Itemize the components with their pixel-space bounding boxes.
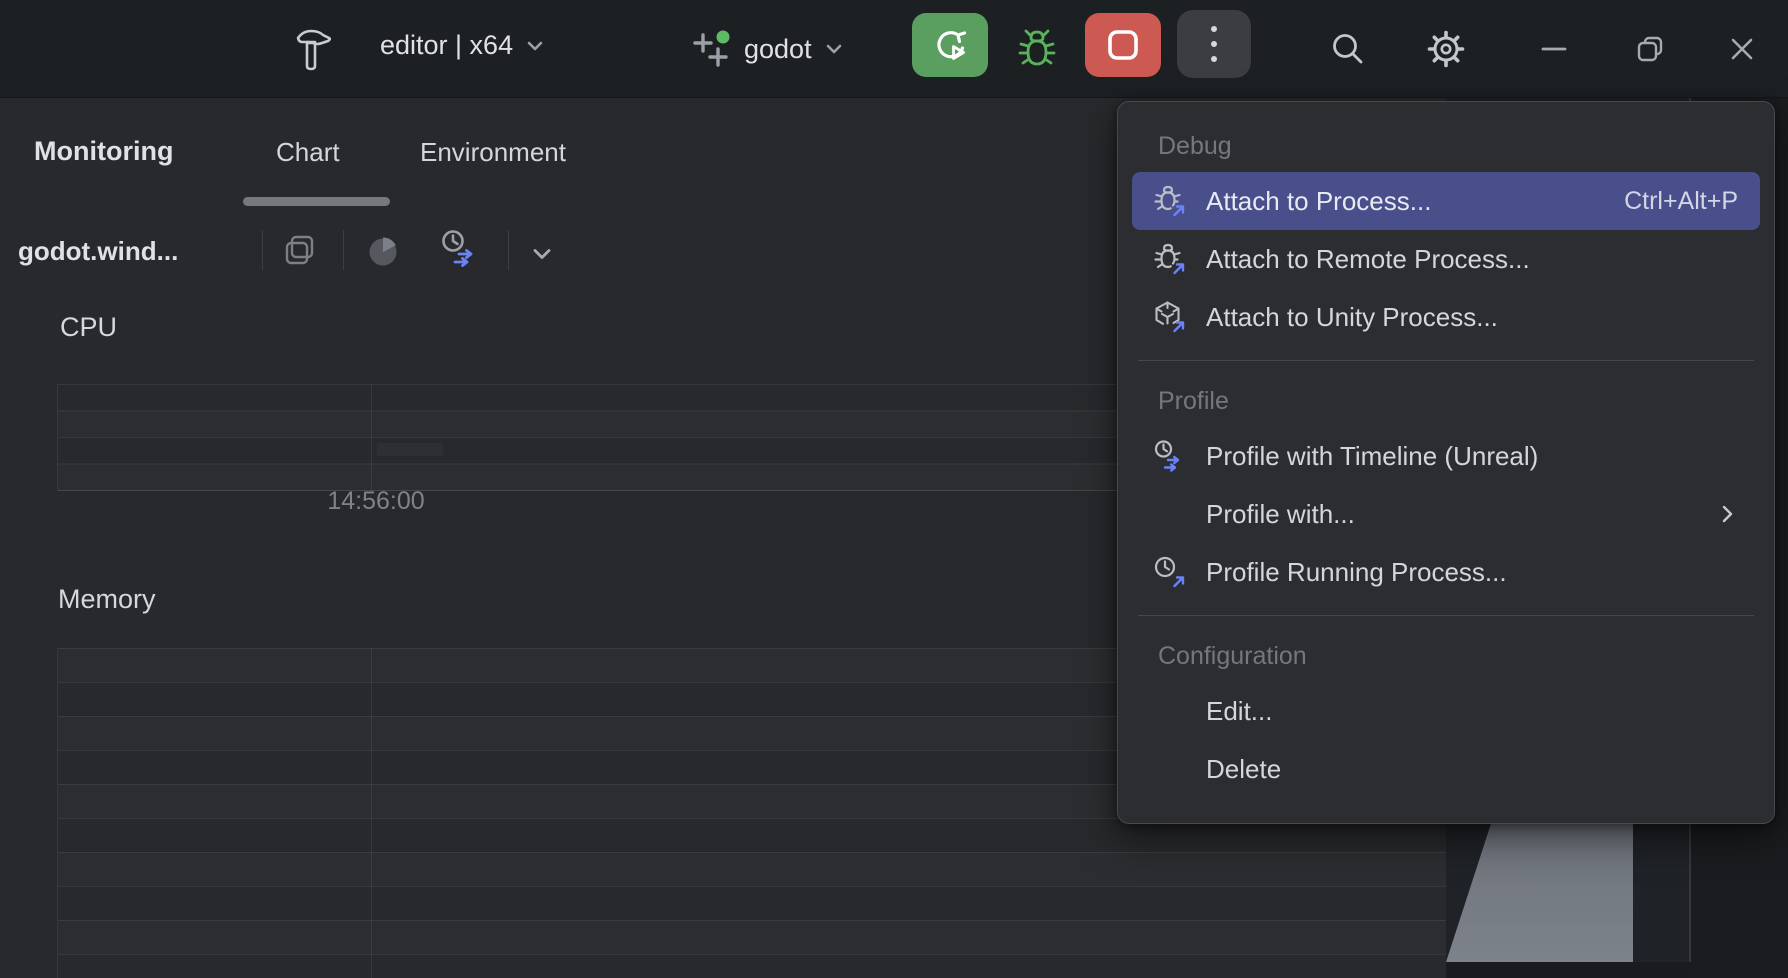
- clock-attach-icon: [1152, 555, 1186, 589]
- chevron-down-icon: [822, 37, 846, 61]
- stop-button[interactable]: [1085, 13, 1161, 77]
- memory-chart-title: Memory: [58, 584, 156, 615]
- close-icon: [1728, 35, 1756, 63]
- menu-item-label: Profile with Timeline (Unreal): [1206, 441, 1538, 472]
- menu-item-shortcut: Ctrl+Alt+P: [1624, 187, 1738, 216]
- menu-item-profile-with-timeline[interactable]: Profile with Timeline (Unreal): [1132, 427, 1760, 485]
- minimize-icon: [1540, 35, 1568, 63]
- profile-timeline-icon[interactable]: [438, 228, 480, 270]
- minimize-button[interactable]: [1531, 26, 1577, 72]
- cpu-grid-time-gridline: [371, 384, 372, 491]
- time-axis-tick: 14:56:00: [300, 487, 452, 516]
- clock-timeline-icon: [1152, 439, 1186, 473]
- selected-tab-indicator: [243, 197, 390, 206]
- debug-bug-icon[interactable]: [1012, 24, 1062, 74]
- restore-icon: [1635, 34, 1665, 64]
- toolbar-separator: [508, 230, 509, 270]
- kebab-menu-icon: [1208, 21, 1220, 67]
- tab-environment[interactable]: Environment: [420, 137, 566, 168]
- tool-window-title: Monitoring: [34, 136, 173, 167]
- gear-icon: [1425, 28, 1467, 70]
- memory-grid-time-gridline: [371, 648, 372, 978]
- wallpaper-monitor-stand: [1446, 824, 1633, 962]
- menu-section-header-profile: Profile: [1132, 375, 1760, 427]
- menu-item-label: Profile Running Process...: [1206, 557, 1507, 588]
- solution-selector[interactable]: editor | x64: [380, 30, 547, 61]
- menu-item-attach-to-process[interactable]: Attach to Process... Ctrl+Alt+P: [1132, 172, 1760, 230]
- run-config-selector[interactable]: godot: [688, 26, 846, 72]
- rerun-run-icon: [928, 23, 972, 67]
- search-icon: [1329, 30, 1367, 68]
- menu-separator: [1138, 360, 1754, 361]
- close-button[interactable]: [1719, 26, 1765, 72]
- menu-item-label: Profile with...: [1206, 499, 1355, 530]
- menu-item-edit[interactable]: Edit...: [1132, 682, 1760, 740]
- submenu-chevron-right-icon: [1716, 503, 1738, 525]
- ide-window: editor | x64 godot: [0, 0, 1788, 978]
- menu-item-label: Attach to Process...: [1206, 186, 1431, 217]
- rerun-button[interactable]: [912, 13, 988, 77]
- titlebar: editor | x64 godot: [0, 0, 1788, 98]
- menu-item-delete[interactable]: Delete: [1132, 740, 1760, 798]
- menu-item-profile-running-process[interactable]: Profile Running Process...: [1132, 543, 1760, 601]
- menu-item-label: Delete: [1206, 754, 1281, 785]
- menu-item-label: Attach to Unity Process...: [1206, 302, 1498, 333]
- toolbar-separator: [262, 230, 263, 270]
- axis-tick-marker: [377, 443, 443, 456]
- hammer-icon: [286, 23, 336, 75]
- pie-chart-icon[interactable]: [365, 234, 401, 270]
- menu-item-profile-with[interactable]: Profile with...: [1132, 485, 1760, 543]
- menu-item-attach-to-unity-process[interactable]: Attach to Unity Process...: [1132, 288, 1760, 346]
- copy-charts-icon[interactable]: [281, 232, 319, 270]
- run-debug-popup-menu: Debug Attach to Process... Ctrl+Alt+P: [1117, 101, 1775, 824]
- menu-item-label: Edit...: [1206, 696, 1272, 727]
- chevron-down-icon[interactable]: [528, 240, 556, 268]
- toolbar-separator: [343, 230, 344, 270]
- tab-chart[interactable]: Chart: [276, 137, 340, 168]
- search-button[interactable]: [1325, 26, 1371, 72]
- menu-separator: [1138, 615, 1754, 616]
- bug-attach-icon: [1152, 184, 1186, 218]
- menu-item-attach-to-remote-process[interactable]: Attach to Remote Process...: [1132, 230, 1760, 288]
- bug-attach-icon: [1152, 242, 1186, 276]
- cpu-chart-title: CPU: [60, 312, 117, 343]
- maximize-button[interactable]: [1627, 26, 1673, 72]
- menu-section-header-debug: Debug: [1132, 120, 1760, 172]
- more-actions-button[interactable]: [1177, 10, 1251, 78]
- stop-square-icon: [1101, 23, 1145, 67]
- chevron-down-icon: [523, 34, 547, 58]
- unity-attach-icon: [1152, 300, 1186, 334]
- menu-item-label: Attach to Remote Process...: [1206, 244, 1530, 275]
- run-config-label: godot: [744, 34, 812, 65]
- menu-section-header-configuration: Configuration: [1132, 630, 1760, 682]
- settings-button[interactable]: [1423, 26, 1469, 72]
- solution-selector-label: editor | x64: [380, 30, 513, 61]
- run-config-plus-icon: [688, 26, 734, 72]
- process-name-label: godot.wind...: [18, 236, 178, 267]
- wallpaper-shadow-strip: [1446, 962, 1691, 978]
